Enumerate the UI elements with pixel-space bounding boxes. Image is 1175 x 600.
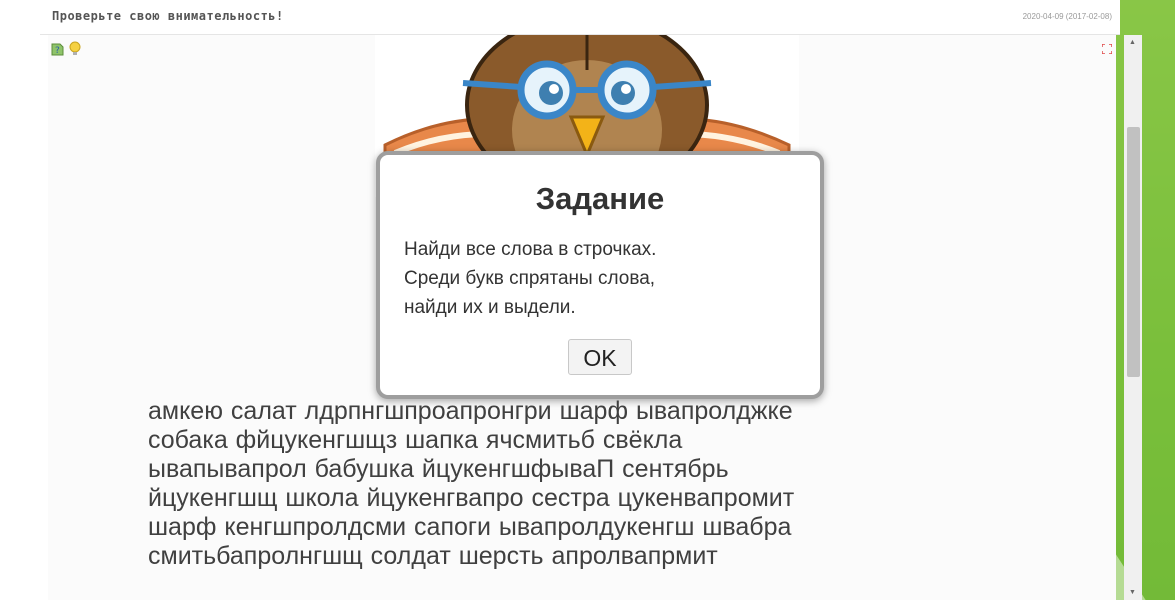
fullscreen-icon[interactable] [1101,43,1113,57]
dialog-line: найди их и выдели. [404,297,576,318]
dialog-line: Среди букв спрятаны слова, [404,268,656,289]
dialog-title: Задание [535,181,665,216]
header-bar: Проверьте свою внимательность! 2020-04-0… [40,0,1120,35]
activity-area: ? Задание Найди все слова в строчках. Ср… [48,35,1116,600]
scroll-down-icon[interactable]: ▼ [1129,589,1136,596]
puzzle-line[interactable]: собака фйцукенгшщз шапка ячсмитьб свёкла [148,426,1098,455]
task-dialog: Задание Найди все слова в строчках. Сред… [376,151,824,399]
svg-text:?: ? [55,46,60,56]
puzzle-line[interactable]: ывапывапрол бабушка йцукенгшфываП сентяб… [148,455,1098,484]
vertical-scrollbar[interactable]: ▲ ▼ [1124,35,1142,600]
ok-button[interactable]: OK [568,339,632,375]
dialog-line: Найди все слова в строчках. [404,239,657,260]
dialog-message: Найди все слова в строчках. Среди букв с… [404,235,804,322]
puzzle-line[interactable]: йцукенгшщ школа йцукенгвапро сестра цуке… [148,484,1098,513]
puzzle-line[interactable]: смитьбапролнгшщ солдат шерсть апролвапрм… [148,542,1098,571]
timestamp: 2020-04-09 (2017-02-08) [1022,12,1112,21]
letter-puzzle: амкею салат лдрпнгшпроапронгри шарф ывап… [148,397,1098,571]
hint-bulb-icon[interactable] [68,41,82,60]
puzzle-line[interactable]: шарф кенгшпролдсми сапоги ывапролдукенгш… [148,513,1098,542]
page-title: Проверьте свою внимательность! [52,9,284,23]
scroll-up-icon[interactable]: ▲ [1129,39,1136,46]
scroll-thumb[interactable] [1127,127,1140,377]
help-icon[interactable]: ? [50,41,66,60]
toolbar: ? [50,41,82,60]
puzzle-line[interactable]: амкею салат лдрпнгшпроапронгри шарф ывап… [148,397,1098,426]
